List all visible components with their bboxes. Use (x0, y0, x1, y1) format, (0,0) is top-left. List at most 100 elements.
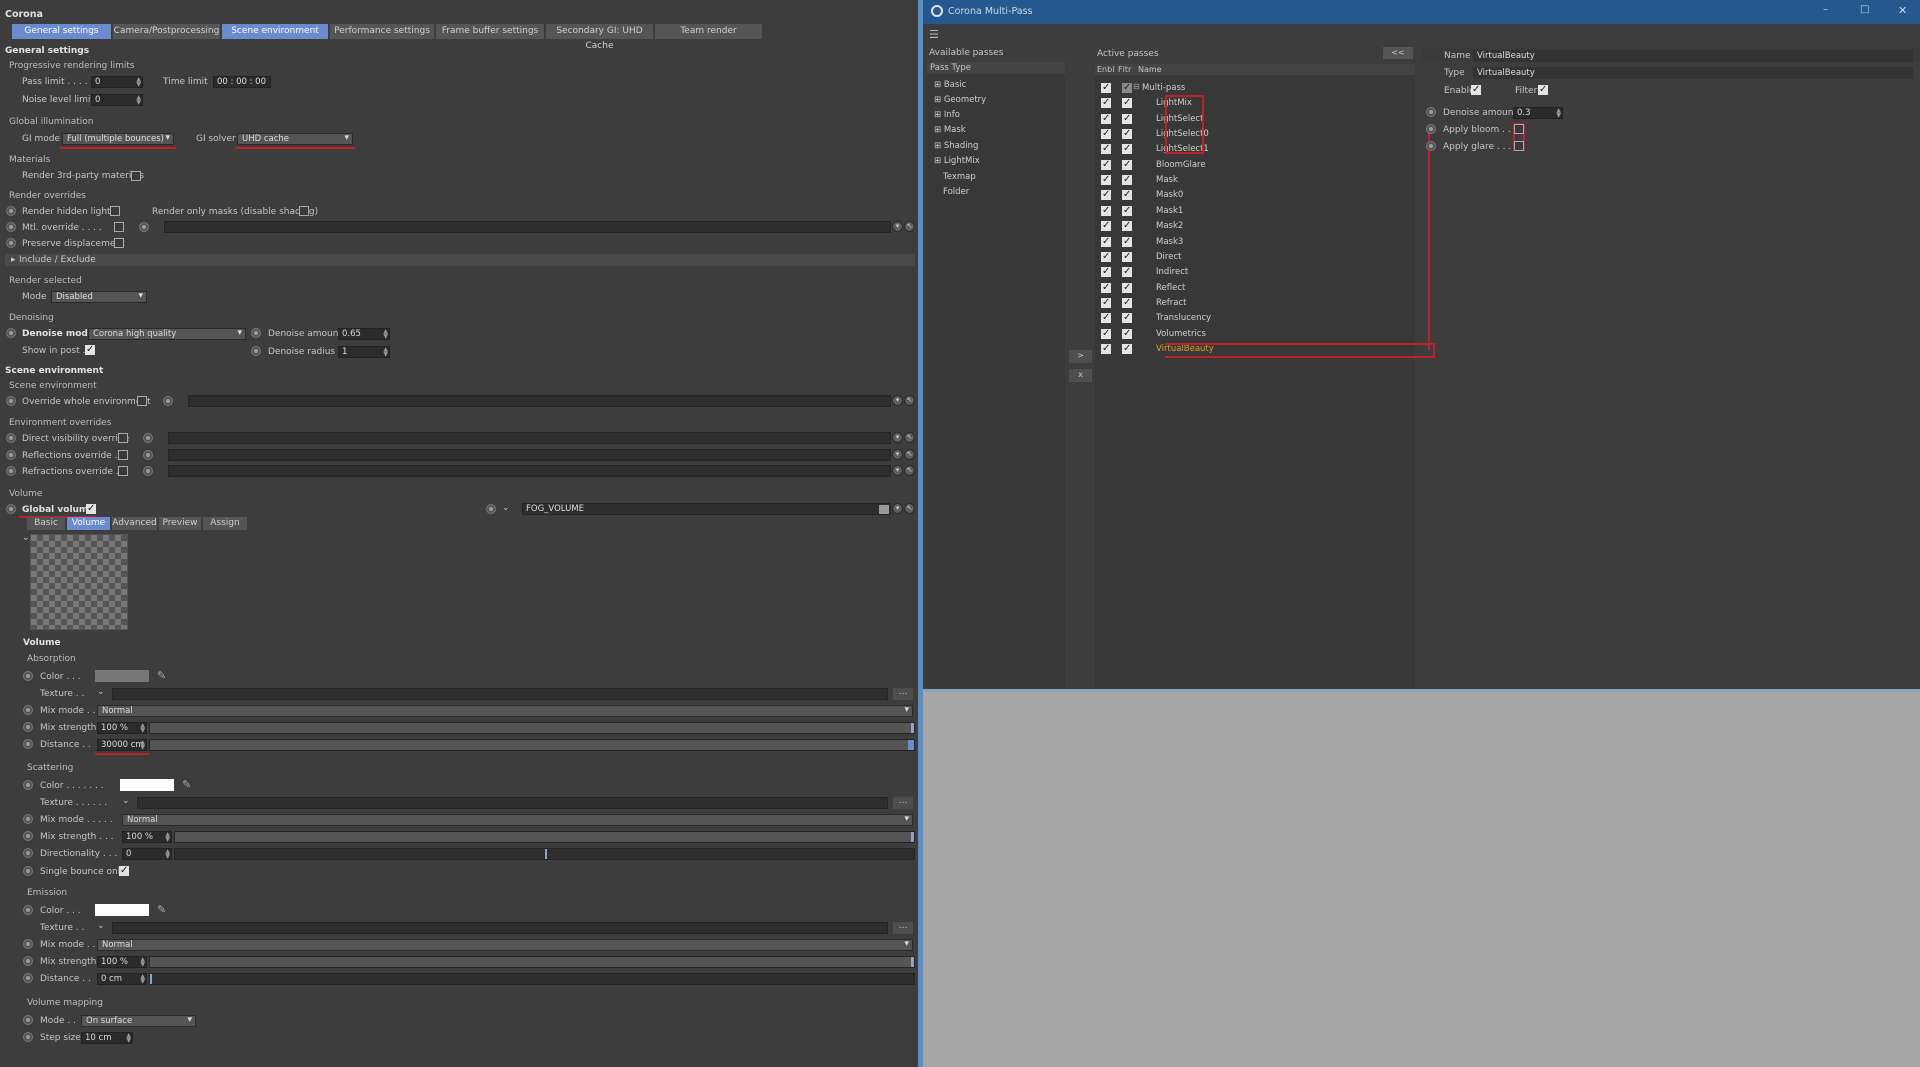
pass-type-folder[interactable]: Folder (943, 187, 969, 197)
tab-secondary-gi[interactable]: Secondary GI: UHD Cache (546, 24, 653, 51)
pass-limit-field[interactable]: 0 ▲ ▼ (91, 76, 143, 88)
pass-enable-checkbox[interactable] (1101, 251, 1111, 262)
pass-filter-checkbox[interactable] (1122, 205, 1132, 216)
vol-tab-preview[interactable]: Preview (159, 517, 201, 530)
pass-filter-checkbox[interactable] (1122, 282, 1132, 293)
pass-filter-checkbox[interactable] (1122, 143, 1132, 155)
pass-enable-checkbox[interactable] (1101, 82, 1111, 93)
refractions-anim-icon[interactable] (6, 466, 16, 476)
pass-filter-checkbox[interactable] (1122, 220, 1132, 232)
active-pass-row[interactable]: Indirect (1095, 266, 1415, 280)
tab-scene-environment[interactable]: Scene environment (222, 24, 328, 39)
em-distance-anim-icon[interactable] (23, 973, 33, 983)
pass-filter-checkbox[interactable] (1122, 251, 1132, 262)
pass-filter-checkbox[interactable] (1122, 236, 1132, 247)
pass-enable-checkbox[interactable] (1101, 143, 1111, 155)
render-hidden-checkbox[interactable] (110, 206, 120, 216)
pass-type-lightmix[interactable]: ⊞ LightMix (934, 156, 980, 166)
sc-mix-strength-field[interactable]: 100 % ▲ ▼ (122, 831, 172, 843)
refractions-link-icon[interactable] (143, 466, 153, 476)
pass-type-shading[interactable]: ⊞ Shading (934, 141, 978, 151)
maximize-icon[interactable]: □ (1860, 4, 1869, 15)
directionality-field[interactable]: 0 ▲ ▼ (122, 848, 172, 860)
reflections-menu-icon[interactable]: ▾ (892, 449, 903, 460)
em-color-swatch[interactable] (95, 904, 149, 916)
reflections-checkbox[interactable] (118, 450, 128, 460)
show-in-post-checkbox[interactable] (85, 344, 95, 355)
preserve-disp-anim-icon[interactable] (6, 238, 16, 248)
vm-mode-anim-icon[interactable] (23, 1015, 33, 1025)
sc-mix-mode-select[interactable]: Normal (122, 814, 913, 826)
active-pass-row[interactable]: LightSelect (1095, 113, 1415, 127)
abs-mix-strength-anim-icon[interactable] (23, 722, 33, 732)
global-volume-checkbox[interactable] (86, 503, 96, 514)
denoise-radius-anim-icon[interactable] (251, 346, 261, 356)
directionality-anim-icon[interactable] (23, 848, 33, 858)
active-pass-row[interactable]: BloomGlare (1095, 159, 1415, 173)
window-titlebar[interactable]: Corona Multi-Pass – □ ✕ (923, 0, 1920, 24)
fog-volume-pick-icon[interactable]: ↖ (904, 503, 915, 514)
mtl-override-pick-icon[interactable]: ↖ (904, 221, 915, 232)
abs-texture-more-button[interactable]: … (893, 688, 913, 700)
em-distance-slider[interactable] (149, 973, 915, 985)
denoise-mode-select[interactable]: Corona high quality (88, 328, 246, 340)
pass-type-info[interactable]: ⊞ Info (934, 110, 960, 120)
gi-mode-select[interactable]: Full (multiple bounces) (62, 133, 174, 145)
pass-enable-checkbox[interactable] (1101, 328, 1111, 339)
active-pass-row[interactable]: Mask (1095, 174, 1415, 188)
sc-texture-field[interactable] (137, 797, 888, 809)
active-pass-row[interactable]: Direct (1095, 251, 1415, 265)
pass-filter-checkbox[interactable] (1122, 113, 1132, 124)
pass-filter-checkbox[interactable] (1122, 174, 1132, 186)
override-env-menu-icon[interactable]: ▾ (892, 395, 903, 406)
pass-filter-checkbox[interactable] (1122, 312, 1132, 324)
pass-filter-checkbox[interactable] (1122, 159, 1132, 170)
refractions-field[interactable] (168, 465, 891, 477)
active-pass-row[interactable]: Mask2 (1095, 220, 1415, 234)
sc-color-anim-icon[interactable] (23, 780, 33, 790)
refractions-menu-icon[interactable]: ▾ (892, 465, 903, 476)
pass-enable-checkbox[interactable] (1101, 236, 1111, 247)
active-pass-row[interactable]: Reflect (1095, 282, 1415, 296)
pass-enable-checkbox[interactable] (1101, 97, 1111, 109)
vm-mode-select[interactable]: On surface (81, 1015, 196, 1027)
pass-enable-checkbox[interactable] (1101, 282, 1111, 293)
abs-texture-expand-icon[interactable]: ⌄ (97, 687, 105, 697)
gi-solver-select[interactable]: UHD cache (237, 133, 353, 145)
sc-eyedropper-icon[interactable]: ✎ (182, 778, 191, 791)
active-pass-row[interactable]: Translucency (1095, 312, 1415, 326)
vol-tab-volume[interactable]: Volume (67, 517, 110, 530)
direct-vis-field[interactable] (168, 432, 891, 444)
abs-color-anim-icon[interactable] (23, 671, 33, 681)
pass-type-mask[interactable]: ⊞ Mask (934, 125, 966, 135)
active-pass-row[interactable]: ⊟Multi-pass (1095, 82, 1415, 96)
direct-vis-anim-icon[interactable] (6, 433, 16, 443)
sc-texture-expand-icon[interactable]: ⌄ (122, 796, 130, 806)
abs-mix-strength-field[interactable]: 100 % ▲ ▼ (97, 722, 147, 734)
tree-collapse-icon[interactable]: ⊟ (1133, 82, 1140, 91)
hamburger-menu-icon[interactable]: ☰ (929, 28, 939, 41)
abs-distance-field[interactable]: 30000 cm ▲ ▼ (97, 739, 147, 751)
pass-enable-checkbox[interactable] (1101, 312, 1111, 324)
sc-mix-strength-slider[interactable] (174, 831, 915, 843)
em-mix-strength-anim-icon[interactable] (23, 956, 33, 966)
pass-enable-checkbox[interactable] (1101, 205, 1111, 216)
pass-filter-checkbox[interactable] (1122, 297, 1132, 308)
mtl-override-anim-icon[interactable] (6, 222, 16, 232)
override-env-checkbox[interactable] (137, 396, 147, 406)
refractions-pick-icon[interactable]: ↖ (904, 465, 915, 476)
active-pass-row[interactable]: LightSelect0 (1095, 128, 1415, 142)
pass-type-basic[interactable]: ⊞ Basic (934, 80, 966, 90)
global-volume-anim-icon[interactable] (6, 504, 16, 514)
render-selected-mode-select[interactable]: Disabled (51, 291, 147, 303)
pass-enable-checkbox[interactable] (1101, 128, 1111, 140)
pass-filter-checkbox[interactable] (1122, 97, 1132, 109)
render-masks-checkbox[interactable] (299, 206, 309, 216)
fog-volume-menu-icon[interactable]: ▾ (892, 503, 903, 514)
preserve-disp-checkbox[interactable] (114, 238, 124, 248)
override-env-link-icon[interactable] (163, 396, 173, 406)
collapse-button[interactable]: << (1383, 47, 1413, 59)
apply-bloom-checkbox[interactable] (1514, 124, 1524, 134)
abs-eyedropper-icon[interactable]: ✎ (157, 669, 166, 682)
name-field[interactable]: VirtualBeauty (1473, 50, 1913, 62)
